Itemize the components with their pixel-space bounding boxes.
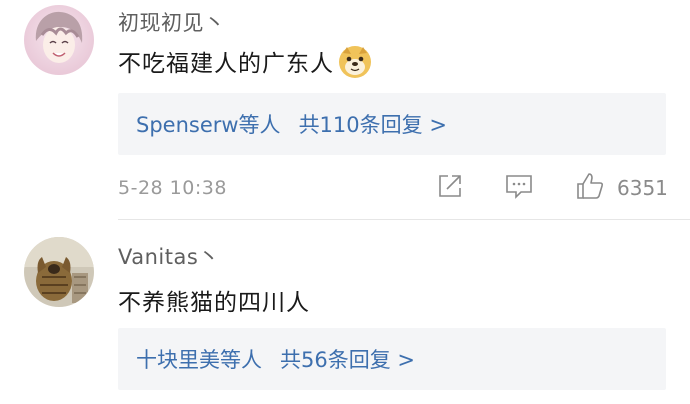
doge-emoji [338,45,372,85]
comment-time: 5-28 10:38 [118,177,227,199]
comment-text: 不养熊猫的四川人 [118,290,310,316]
reply-users[interactable]: Spenserw等人 [136,109,281,139]
comment-item: 初现初见丶 不吃福建人的广东人 Spenserw等人 共110条回复 > 5-2… [0,0,690,220]
replies-box[interactable]: Spenserw等人 共110条回复 > [118,93,666,155]
reply-count-link[interactable]: 共110条回复 > [299,109,447,139]
comment-item: Vanitas丶 不养熊猫的四川人 十块里美等人 共56条回复 > [0,220,690,404]
like-icon [575,171,605,205]
username[interactable]: 初现初见丶 [118,7,226,37]
avatar[interactable] [24,237,94,307]
like-button[interactable]: 6351 [575,171,668,205]
reply-count-link[interactable]: 共56条回复 > [280,344,415,374]
avatar[interactable] [24,5,94,75]
reply-users[interactable]: 十块里美等人 [136,344,262,374]
share-icon [437,173,463,203]
like-count: 6351 [617,176,668,200]
comment-button[interactable] [505,173,533,203]
comment-text-content: 不吃福建人的广东人 [118,51,334,77]
share-button[interactable] [437,173,463,203]
username[interactable]: Vanitas丶 [118,241,220,271]
comment-icon [505,173,533,203]
replies-box[interactable]: 十块里美等人 共56条回复 > [118,328,666,390]
comment-text: 不吃福建人的广东人 [118,44,372,85]
